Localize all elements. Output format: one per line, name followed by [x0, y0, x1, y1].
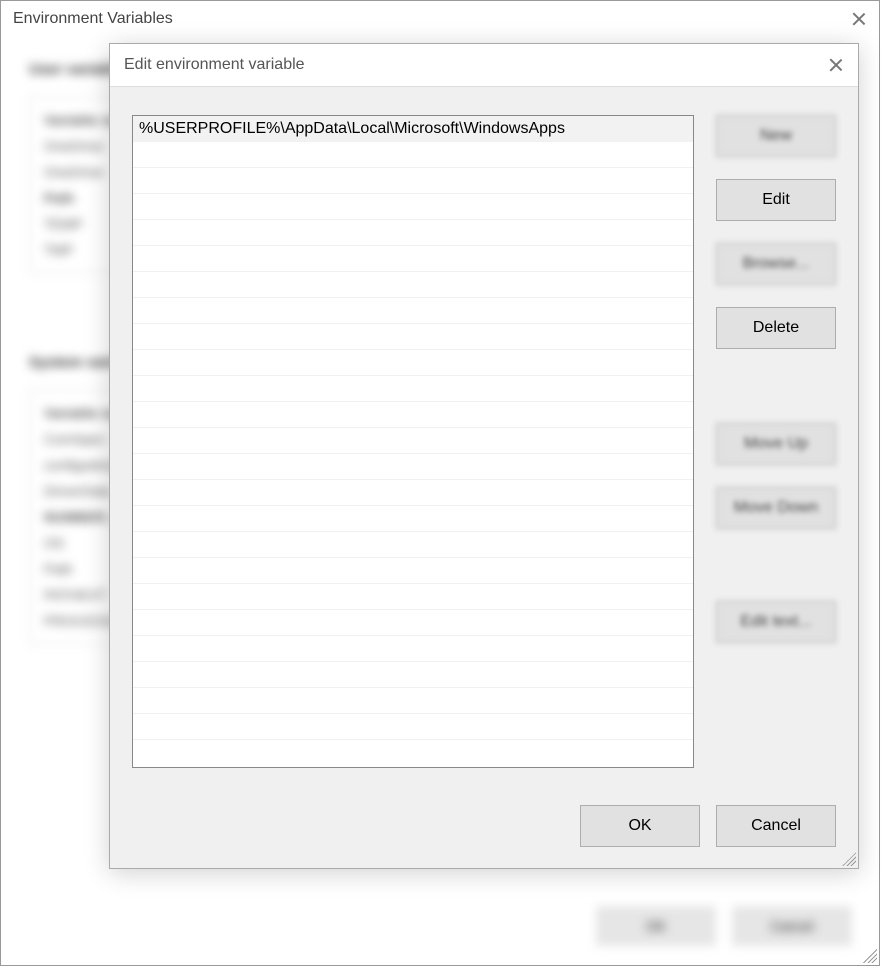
list-item[interactable] [133, 532, 693, 558]
list-item[interactable] [133, 558, 693, 584]
resize-grip-icon [863, 949, 877, 963]
list-item[interactable] [133, 324, 693, 350]
list-item[interactable] [133, 610, 693, 636]
close-icon[interactable] [851, 11, 867, 27]
move-up-button[interactable]: Move Up [716, 423, 836, 465]
dialog-title: Edit environment variable [124, 56, 305, 74]
list-item[interactable] [133, 168, 693, 194]
resize-grip-icon[interactable] [842, 852, 856, 866]
list-item[interactable] [133, 662, 693, 688]
list-item[interactable] [133, 350, 693, 376]
edit-button[interactable]: Edit [716, 179, 836, 221]
fg-footer: OK Cancel [132, 796, 836, 856]
new-button[interactable]: New [716, 115, 836, 157]
list-item[interactable] [133, 636, 693, 662]
bg-ok-button: OK [597, 907, 715, 945]
list-item[interactable] [133, 480, 693, 506]
list-item[interactable] [133, 688, 693, 714]
path-list[interactable]: %USERPROFILE%\AppData\Local\Microsoft\Wi… [132, 115, 694, 768]
bg-cancel-button: Cancel [733, 907, 851, 945]
list-item[interactable] [133, 142, 693, 168]
list-item[interactable] [133, 428, 693, 454]
list-item[interactable] [133, 402, 693, 428]
list-item[interactable] [133, 454, 693, 480]
delete-button[interactable]: Delete [716, 307, 836, 349]
list-item[interactable] [133, 298, 693, 324]
list-item[interactable] [133, 376, 693, 402]
fg-titlebar: Edit environment variable [110, 44, 858, 86]
ok-button[interactable]: OK [580, 805, 700, 847]
list-item[interactable] [133, 194, 693, 220]
list-item[interactable] [133, 506, 693, 532]
list-item[interactable] [133, 220, 693, 246]
list-item[interactable] [133, 584, 693, 610]
bg-titlebar: Environment Variables [1, 1, 879, 37]
list-item[interactable] [133, 272, 693, 298]
browse-button[interactable]: Browse... [716, 243, 836, 285]
list-item[interactable]: %USERPROFILE%\AppData\Local\Microsoft\Wi… [133, 116, 693, 142]
close-icon[interactable] [828, 57, 844, 73]
list-item[interactable] [133, 246, 693, 272]
list-item[interactable] [133, 714, 693, 740]
fg-main: %USERPROFILE%\AppData\Local\Microsoft\Wi… [132, 115, 836, 768]
bg-title: Environment Variables [13, 10, 173, 28]
cancel-button[interactable]: Cancel [716, 805, 836, 847]
edit-env-var-dialog: Edit environment variable %USERPROFILE%\… [109, 43, 859, 869]
side-buttons: New Edit Browse... Delete Move Up Move D… [716, 115, 836, 768]
edit-text-button[interactable]: Edit text... [716, 601, 836, 643]
fg-body: %USERPROFILE%\AppData\Local\Microsoft\Wi… [110, 86, 858, 868]
move-down-button[interactable]: Move Down [716, 487, 836, 529]
bg-footer-buttons: OK Cancel [597, 907, 851, 945]
